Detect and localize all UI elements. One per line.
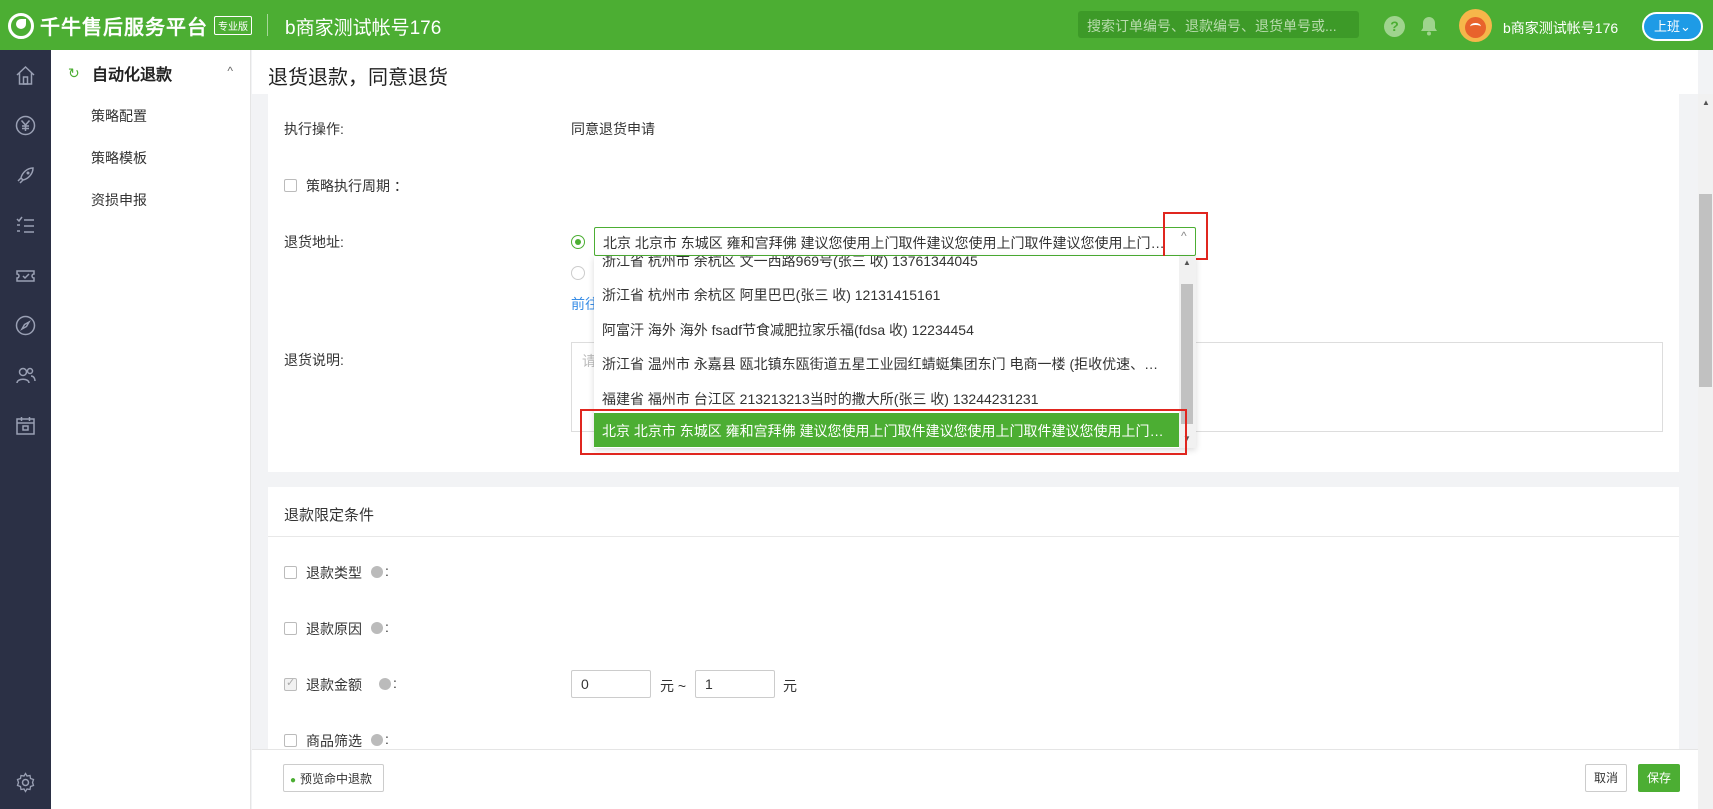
conditions-card: 退款限定条件 — [268, 487, 1679, 749]
cancel-button[interactable]: 取消 — [1585, 764, 1627, 792]
home-icon[interactable] — [14, 64, 37, 87]
brand-name: 千牛售后服务平台 — [40, 17, 208, 39]
refund-amount-label: 退款金额 — [306, 677, 362, 693]
action-label: 执行操作: — [284, 121, 344, 137]
address-radio-selected[interactable] — [571, 235, 585, 249]
preview-refunds-button[interactable]: ● 预览命中退款 — [283, 764, 384, 792]
work-status-label: 上班 — [1654, 19, 1681, 34]
dropdown-option[interactable]: 浙江省 杭州市 余杭区 阿里巴巴(张三 收) 12131415161 — [602, 285, 1172, 305]
refund-type-checkbox[interactable] — [284, 566, 297, 579]
sidebar-item-strategy-template[interactable]: 策略模板 — [91, 148, 147, 168]
top-bar: 千牛售后服务平台 专业版 b商家测试帐号176 搜索订单编号、退款编号、退货单号… — [0, 0, 1713, 50]
refund-amount-checkbox[interactable] — [284, 676, 297, 691]
page-scroll-thumb[interactable] — [1699, 194, 1712, 387]
work-status-button[interactable]: 上班⌄ — [1642, 12, 1703, 41]
avatar[interactable] — [1459, 9, 1492, 42]
global-search-input[interactable]: 搜索订单编号、退款编号、退货单号或... — [1078, 11, 1359, 38]
dropdown-scroll-thumb[interactable] — [1181, 284, 1193, 424]
eye-icon: ● — [290, 775, 297, 786]
amount-unit-between: 元 ~ — [660, 678, 687, 694]
period-label: 策略执行周期 ： — [306, 178, 408, 194]
select-value: 北京 北京市 东城区 雍和宫拜佛 建议您使用上门取件建议您使用上门取件建议您使用… — [603, 235, 1173, 251]
sidebar-section-label: 自动化退款 — [92, 67, 173, 84]
product-filter-checkbox[interactable] — [284, 734, 297, 747]
action-value: 同意退货申请 — [571, 121, 655, 137]
dropdown-option[interactable]: 浙江省 杭州市 余杭区 文一西路969号(张三 收) 13761344045 — [602, 256, 1172, 271]
users-icon[interactable] — [14, 364, 37, 387]
address-radio-other[interactable] — [571, 266, 585, 280]
colon: : — [385, 731, 389, 747]
refresh-icon: ↻ — [68, 65, 80, 81]
rocket-icon[interactable] — [14, 164, 37, 187]
sidebar-item-loss-report[interactable]: 资损申报 — [91, 190, 147, 210]
bell-icon[interactable] — [1418, 15, 1440, 37]
brand-logo[interactable]: 千牛售后服务平台 专业版 — [8, 11, 252, 40]
amount-min-input[interactable]: 0 — [571, 670, 651, 698]
sidebar: ↻ 自动化退款 ^ 策略配置 策略模板 资损申报 — [51, 50, 251, 809]
logo-icon — [8, 12, 34, 39]
refund-reason-label: 退款原因 — [306, 621, 362, 637]
page-title: 退货退款，同意退货 — [268, 67, 448, 89]
account-title: b商家测试帐号176 — [285, 18, 442, 39]
user-name[interactable]: b商家测试帐号176 — [1503, 18, 1618, 38]
compass-icon[interactable] — [14, 314, 37, 337]
page-scrollbar[interactable]: ▲ — [1698, 94, 1713, 809]
sidebar-section-auto-refund[interactable]: ↻ 自动化退款 ^ — [68, 62, 243, 84]
header-divider — [267, 14, 268, 36]
dropdown-option[interactable]: 福建省 福州市 台江区 213213213当时的撒大所(张三 收) 132442… — [602, 389, 1172, 409]
conditions-header: 退款限定条件 — [268, 487, 1679, 537]
list-icon[interactable] — [14, 214, 37, 237]
save-button[interactable]: 保存 — [1638, 764, 1680, 792]
sidebar-item-strategy-config[interactable]: 策略配置 — [91, 106, 147, 126]
brand-badge: 专业版 — [214, 16, 252, 35]
ticket-icon[interactable] — [14, 264, 37, 287]
return-address-select[interactable]: 北京 北京市 东城区 雍和宫拜佛 建议您使用上门取件建议您使用上门取件建议您使用… — [594, 227, 1196, 256]
page-title-bar: 退货退款，同意退货 — [252, 50, 1698, 94]
dropdown-option[interactable]: 阿富汗 海外 海外 fsadf节食减肥拉家乐福(fdsa 收) 12234454 — [602, 320, 1172, 340]
icon-rail — [0, 50, 51, 809]
info-icon[interactable] — [371, 734, 383, 746]
refund-type-label: 退款类型 — [306, 565, 362, 581]
help-icon[interactable]: ? — [1384, 16, 1405, 37]
dropdown-option[interactable]: 浙江省 温州市 永嘉县 瓯北镇东瓯街道五星工业园红蜻蜓集团东门 电商一楼 (拒收… — [602, 354, 1172, 374]
conditions-title: 退款限定条件 — [284, 507, 375, 524]
period-checkbox[interactable] — [284, 179, 297, 192]
info-icon[interactable] — [379, 678, 391, 690]
chevron-up-icon: ^ — [1181, 229, 1187, 243]
settings-icon[interactable] — [14, 771, 37, 794]
info-icon[interactable] — [371, 566, 383, 578]
calendar-icon[interactable] — [14, 414, 37, 437]
select-toggle-button[interactable]: ^ — [1163, 212, 1208, 260]
yen-icon[interactable] — [14, 114, 37, 137]
scroll-up-icon[interactable]: ▲ — [1702, 98, 1710, 107]
scroll-up-icon[interactable]: ▲ — [1183, 258, 1191, 267]
info-icon[interactable] — [371, 622, 383, 634]
chevron-up-icon: ^ — [227, 64, 233, 78]
refund-reason-checkbox[interactable] — [284, 622, 297, 635]
highlight-box — [580, 409, 1187, 455]
address-label: 退货地址: — [284, 234, 344, 250]
colon: : — [385, 563, 389, 579]
amount-max-input[interactable]: 1 — [695, 670, 775, 698]
colon: : — [393, 675, 397, 691]
footer-bar — [252, 749, 1698, 809]
chevron-down-icon: ⌄ — [1680, 19, 1691, 34]
desc-label: 退货说明: — [284, 352, 344, 368]
amount-unit: 元 — [783, 678, 797, 694]
product-filter-label: 商品筛选 — [306, 733, 362, 749]
preview-label: 预览命中退款 — [300, 772, 373, 786]
colon: : — [385, 619, 389, 635]
